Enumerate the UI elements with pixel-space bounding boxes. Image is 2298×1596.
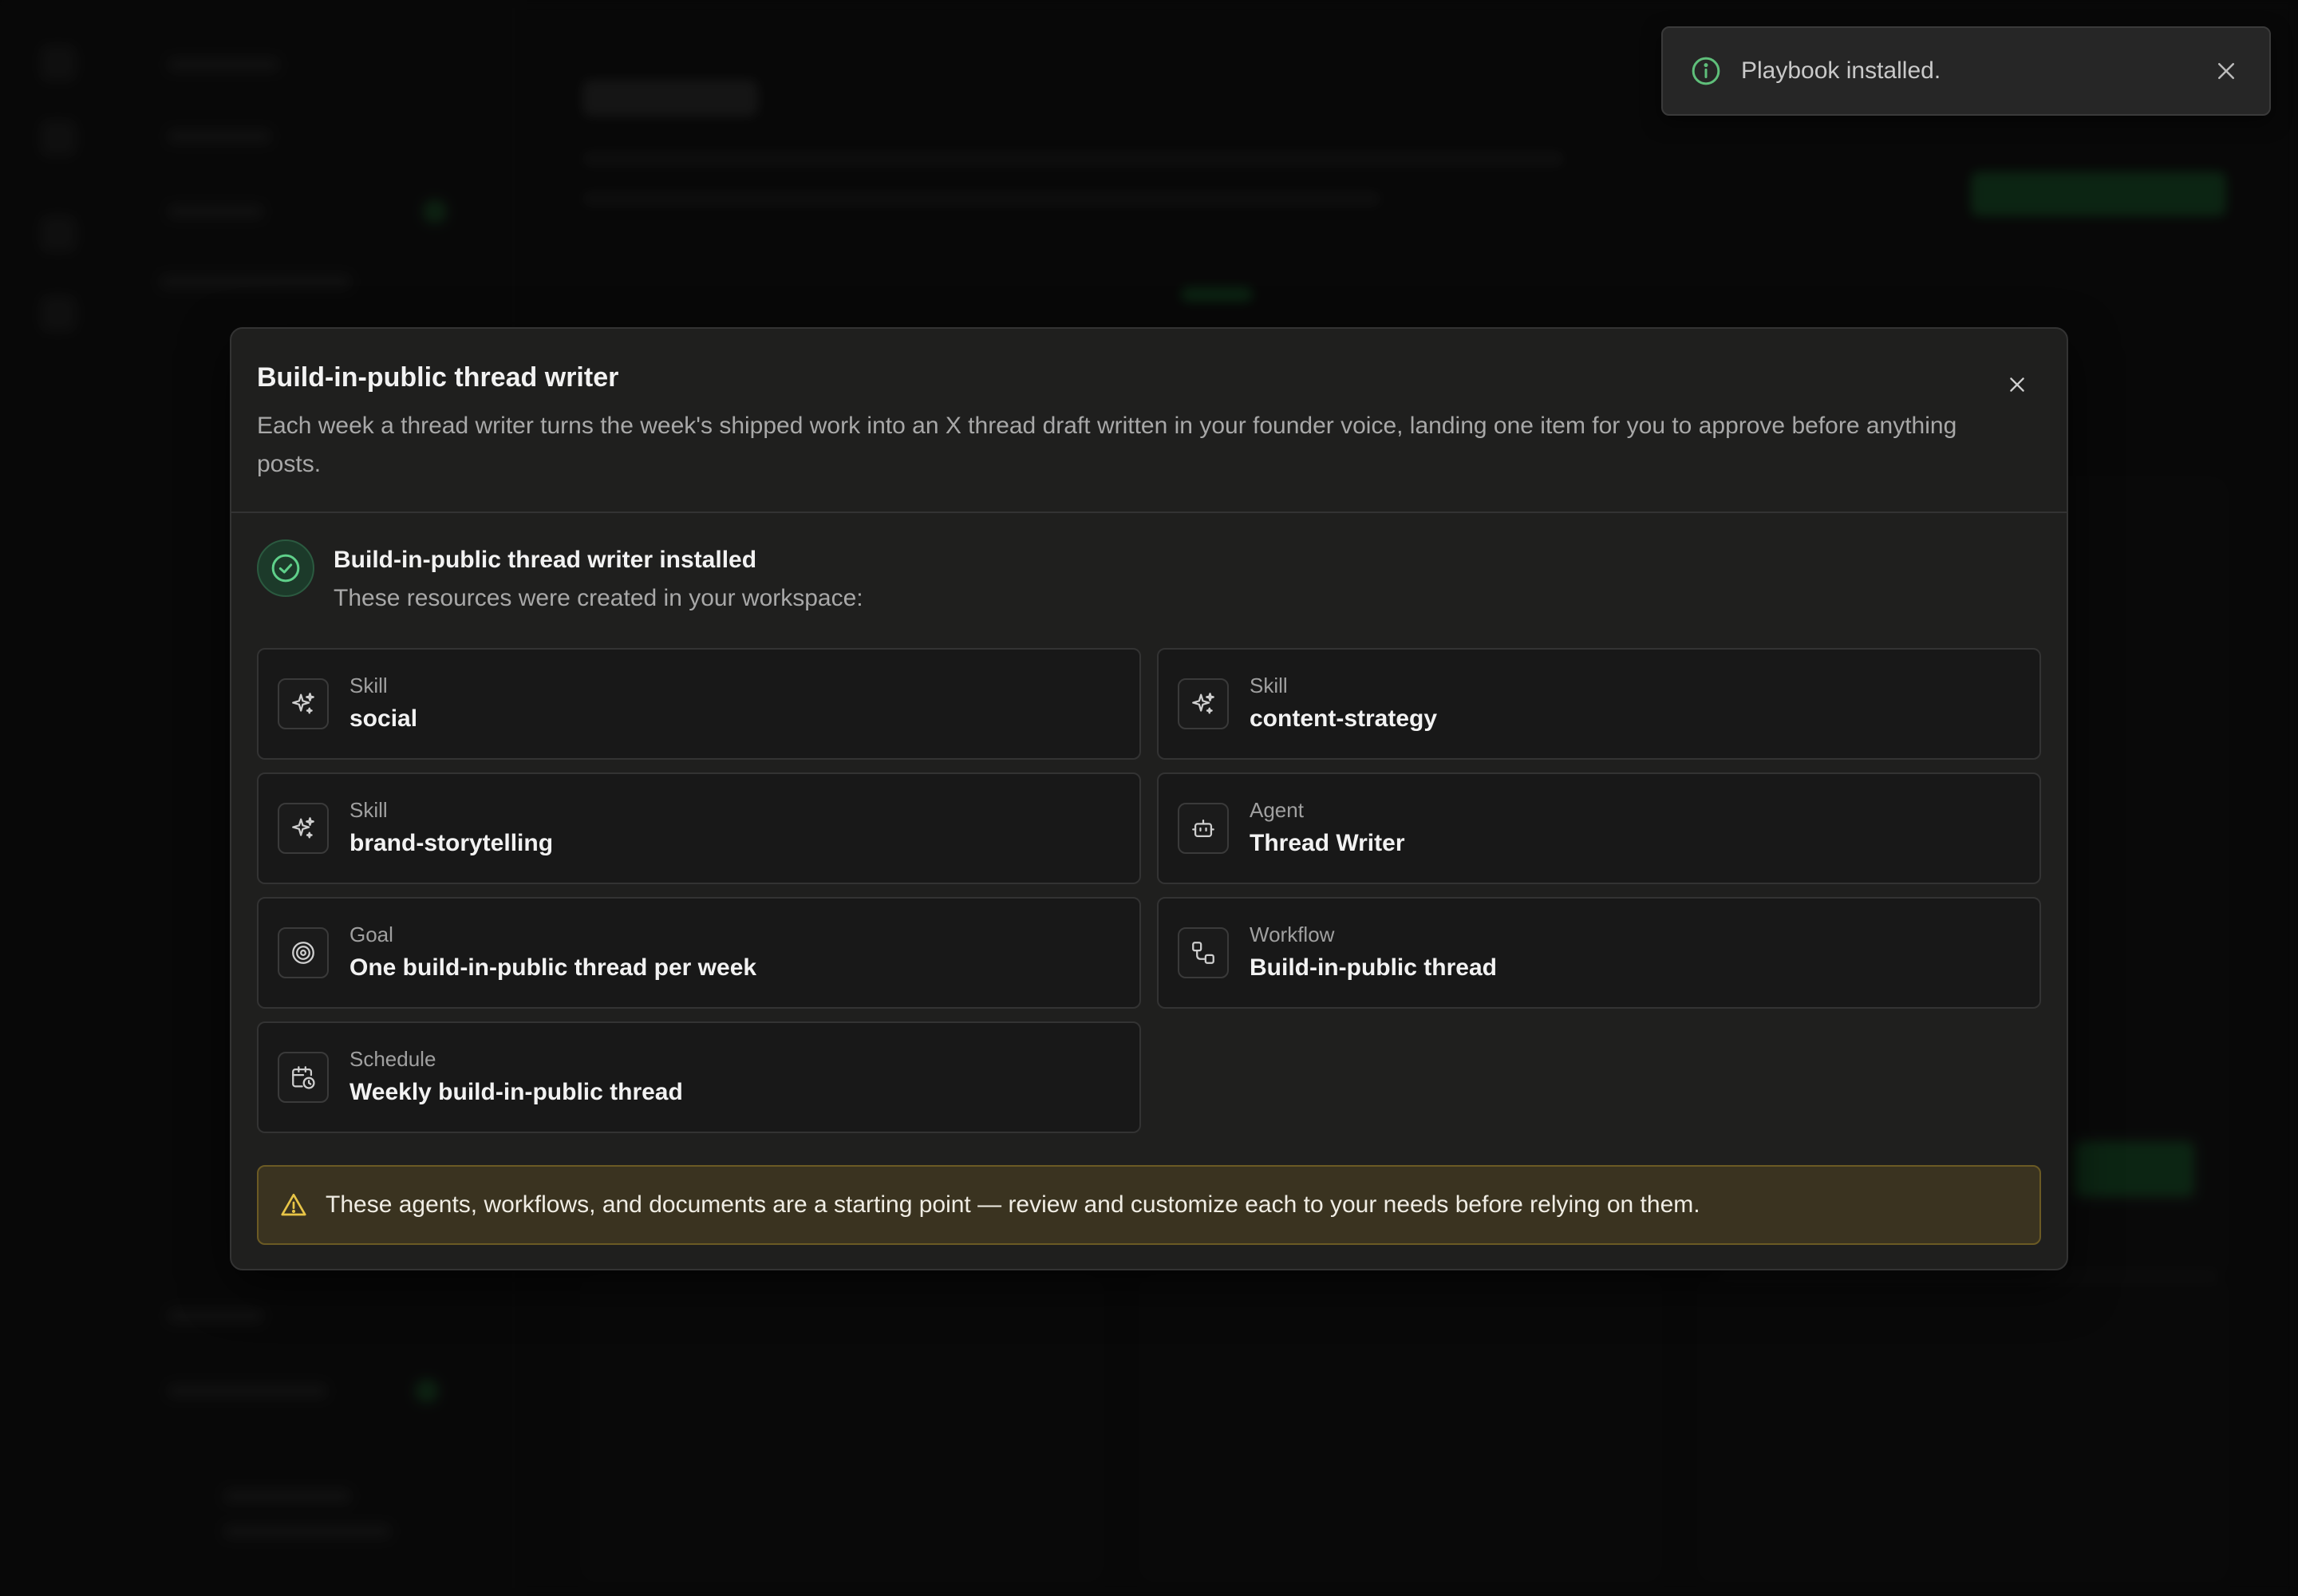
info-icon xyxy=(1690,55,1722,87)
resource-kind: Skill xyxy=(349,674,388,697)
dialog-header: Build-in-public thread writer Each week … xyxy=(231,329,2067,513)
resource-kind: Agent xyxy=(1250,798,1304,822)
resource-card-brand-storytelling[interactable]: Skill brand-storytelling xyxy=(257,772,1141,884)
sparkles-icon xyxy=(278,678,329,729)
target-icon xyxy=(278,927,329,978)
installed-subtitle: These resources were created in your wor… xyxy=(334,585,863,611)
resource-kind: Schedule xyxy=(349,1047,436,1071)
installed-title: Build-in-public thread writer installed xyxy=(334,547,757,573)
resource-kind: Goal xyxy=(349,922,393,946)
dialog-title: Build-in-public thread writer xyxy=(257,362,619,393)
dialog-close-icon[interactable] xyxy=(2000,367,2035,402)
workflow-icon xyxy=(1178,927,1229,978)
sparkles-icon xyxy=(1178,678,1229,729)
resource-name: Build-in-public thread xyxy=(1250,954,1497,981)
resource-name: content-strategy xyxy=(1250,705,1438,732)
resource-kind: Skill xyxy=(349,798,388,822)
toast-message: Playbook installed. xyxy=(1741,57,1941,84)
resource-name: Weekly build-in-public thread xyxy=(349,1079,683,1105)
resource-name: social xyxy=(349,705,418,732)
resource-kind: Skill xyxy=(1250,674,1288,697)
warning-triangle-icon xyxy=(279,1191,308,1219)
toast-notification: Playbook installed. xyxy=(1661,26,2271,116)
warning-text: These agents, workflows, and documents a… xyxy=(326,1191,1700,1218)
resource-card-goal[interactable]: Goal One build-in-public thread per week xyxy=(257,897,1141,1009)
resource-card-thread-writer[interactable]: Agent Thread Writer xyxy=(1157,772,2041,884)
resource-card-content-strategy[interactable]: Skill content-strategy xyxy=(1157,648,2041,760)
resource-name: Thread Writer xyxy=(1250,830,1405,856)
resource-name: brand-storytelling xyxy=(349,830,554,856)
installed-summary: Build-in-public thread writer installed … xyxy=(257,539,863,614)
playbook-installed-dialog: Build-in-public thread writer Each week … xyxy=(230,327,2068,1270)
customization-warning: These agents, workflows, and documents a… xyxy=(257,1165,2041,1245)
resource-kind: Workflow xyxy=(1250,922,1335,946)
calendar-clock-icon xyxy=(278,1052,329,1103)
dialog-description: Each week a thread writer turns the week… xyxy=(257,413,1957,477)
sparkles-icon xyxy=(278,803,329,854)
resource-name: One build-in-public thread per week xyxy=(349,954,757,981)
resource-card-social[interactable]: Skill social xyxy=(257,648,1141,760)
resource-card-workflow[interactable]: Workflow Build-in-public thread xyxy=(1157,897,2041,1009)
resource-grid: Skill social Skill content-strategy Skil… xyxy=(257,648,2041,1133)
check-circle-icon xyxy=(257,539,314,597)
resource-card-schedule[interactable]: Schedule Weekly build-in-public thread xyxy=(257,1021,1141,1133)
bot-icon xyxy=(1178,803,1229,854)
toast-close-icon[interactable] xyxy=(2210,55,2242,87)
